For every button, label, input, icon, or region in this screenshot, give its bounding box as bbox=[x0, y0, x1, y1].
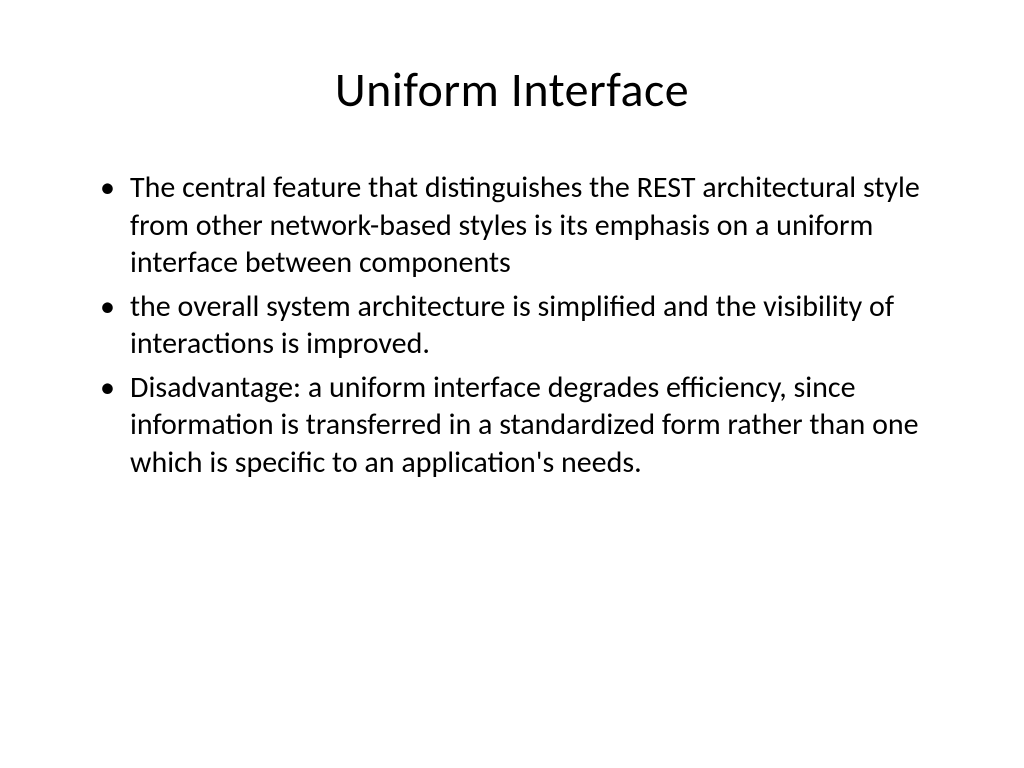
bullet-list: The central feature that distinguishes t… bbox=[90, 169, 934, 481]
bullet-item: The central feature that distinguishes t… bbox=[90, 169, 934, 282]
bullet-item: the overall system architecture is simpl… bbox=[90, 288, 934, 363]
slide-title: Uniform Interface bbox=[90, 60, 934, 119]
slide-container: Uniform Interface The central feature th… bbox=[0, 0, 1024, 768]
bullet-item: Disadvantage: a uniform interface degrad… bbox=[90, 369, 934, 482]
